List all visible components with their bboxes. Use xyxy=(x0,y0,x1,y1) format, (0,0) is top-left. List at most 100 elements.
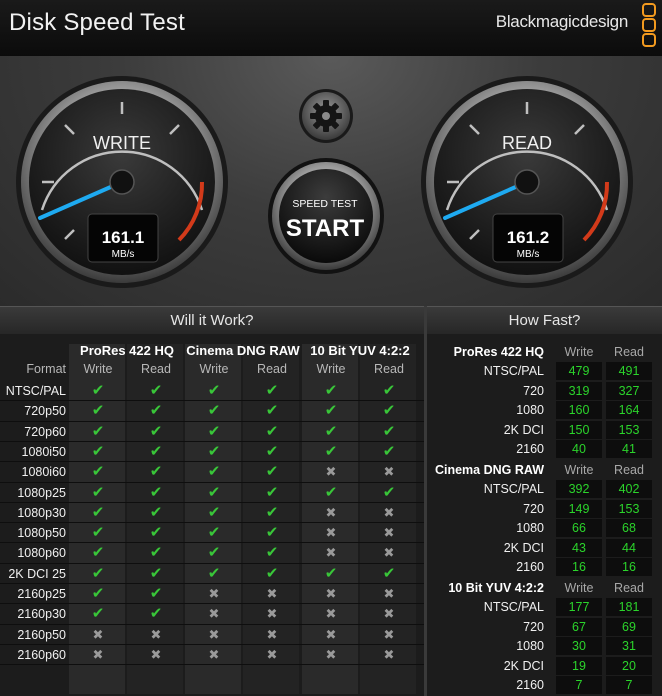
write-gauge-label: WRITE xyxy=(93,133,151,153)
check-icon: ✔ xyxy=(91,564,105,582)
cross-icon: ✖ xyxy=(266,646,278,662)
check-icon: ✔ xyxy=(265,483,279,501)
read-speed-cell: 402 xyxy=(606,480,652,498)
check-icon: ✔ xyxy=(265,442,279,460)
read-speed-cell: 44 xyxy=(606,538,652,557)
cross-icon: ✖ xyxy=(208,646,220,662)
check-icon: ✔ xyxy=(91,503,105,521)
column-subheader: Read xyxy=(141,362,171,376)
format-label: 2160p60 xyxy=(17,647,66,662)
check-icon: ✔ xyxy=(149,544,163,562)
read-speed-cell: 31 xyxy=(606,637,652,656)
read-column-header: Read xyxy=(614,345,644,359)
check-icon: ✔ xyxy=(324,422,338,440)
check-icon: ✔ xyxy=(324,402,338,420)
speed-row-label: 1080 xyxy=(516,639,544,654)
write-speed-cell: 150 xyxy=(556,420,602,439)
start-button[interactable]: SPEED TEST START xyxy=(268,158,384,274)
how-fast-header: How Fast? xyxy=(427,306,662,336)
cross-icon: ✖ xyxy=(325,545,337,561)
check-icon: ✔ xyxy=(265,564,279,582)
column-subheader: Write xyxy=(199,362,229,376)
speed-row-label: 2K DCI xyxy=(503,658,544,673)
start-button-caption: SPEED TEST xyxy=(292,198,358,210)
gauge-panel: WRITE 161.1 MB/s READ 161.2 MB/s SPEED T… xyxy=(0,56,662,306)
read-speed-cell: 164 xyxy=(606,401,652,420)
write-speed-cell: 7 xyxy=(556,676,602,695)
start-button-label: START xyxy=(286,215,365,242)
check-icon: ✔ xyxy=(207,524,221,542)
check-icon: ✔ xyxy=(265,503,279,521)
format-label: 1080p60 xyxy=(17,546,66,561)
check-icon: ✔ xyxy=(382,422,396,440)
check-icon: ✔ xyxy=(382,402,396,420)
cross-icon: ✖ xyxy=(383,545,395,561)
check-icon: ✔ xyxy=(265,382,279,399)
read-gauge: READ 161.2 MB/s xyxy=(421,76,633,288)
format-label: 1080p50 xyxy=(17,526,66,541)
read-speed-cell: 153 xyxy=(606,420,652,439)
format-label: 720p50 xyxy=(24,404,66,419)
write-speed-cell: 319 xyxy=(556,381,602,400)
cross-icon: ✖ xyxy=(325,586,337,601)
cross-icon: ✖ xyxy=(383,464,395,480)
speed-row-label: 720 xyxy=(523,619,544,634)
check-icon: ✔ xyxy=(265,422,279,440)
cross-icon: ✖ xyxy=(325,464,337,480)
cross-icon: ✖ xyxy=(325,606,337,622)
speed-row-label: 720 xyxy=(523,501,544,516)
cross-icon: ✖ xyxy=(383,606,395,622)
check-icon: ✔ xyxy=(324,382,338,399)
cross-icon: ✖ xyxy=(266,626,278,642)
speed-row-label: NTSC/PAL xyxy=(483,364,544,378)
speed-row-label: 2K DCI xyxy=(503,540,544,555)
check-icon: ✔ xyxy=(265,463,279,481)
speed-row-label: 2160 xyxy=(516,678,544,693)
write-column-header: Write xyxy=(564,463,594,477)
speed-row-label: 2K DCI xyxy=(503,422,544,437)
column-subheader: Write xyxy=(83,362,113,376)
format-label: 720p60 xyxy=(24,424,66,439)
speed-row-label: NTSC/PAL xyxy=(483,600,544,614)
write-speed-cell: 149 xyxy=(556,499,602,518)
write-column-header: Write xyxy=(564,345,594,359)
cross-icon: ✖ xyxy=(266,606,278,622)
format-label: 1080i60 xyxy=(21,465,67,480)
check-icon: ✔ xyxy=(149,382,163,399)
check-icon: ✔ xyxy=(149,402,163,420)
read-column-header: Read xyxy=(614,581,644,595)
cross-icon: ✖ xyxy=(150,626,162,642)
will-it-work-header: Will it Work? xyxy=(0,306,424,336)
read-speed-cell: 491 xyxy=(606,362,652,380)
cross-icon: ✖ xyxy=(325,626,337,642)
read-speed-cell: 41 xyxy=(606,440,652,459)
format-label: 2160p25 xyxy=(17,587,66,601)
check-icon: ✔ xyxy=(207,463,221,481)
column-subheader: Write xyxy=(316,362,346,376)
check-icon: ✔ xyxy=(382,382,396,399)
settings-button[interactable] xyxy=(299,89,353,143)
format-label: 2160p30 xyxy=(17,607,66,622)
cross-icon: ✖ xyxy=(383,626,395,642)
format-label: 2K DCI 25 xyxy=(8,566,66,581)
check-icon: ✔ xyxy=(382,483,396,501)
cross-icon: ✖ xyxy=(208,586,220,601)
cross-icon: ✖ xyxy=(266,586,278,601)
group-title: Cinema DNG RAW xyxy=(186,343,300,358)
read-speed-cell: 327 xyxy=(606,381,652,400)
check-icon: ✔ xyxy=(382,442,396,460)
check-icon: ✔ xyxy=(149,503,163,521)
will-it-work-table: Format ProRes 422 HQ Cinema DNG RAW 10 Bit… xyxy=(0,334,424,696)
cross-icon: ✖ xyxy=(325,504,337,520)
read-speed-cell: 68 xyxy=(606,519,652,538)
check-icon: ✔ xyxy=(91,382,105,399)
check-icon: ✔ xyxy=(91,442,105,460)
speed-group-title: 10 Bit YUV 4:2:2 xyxy=(448,581,544,595)
check-icon: ✔ xyxy=(149,605,163,623)
read-column-header: Read xyxy=(614,463,644,477)
check-icon: ✔ xyxy=(207,382,221,399)
check-icon: ✔ xyxy=(207,503,221,521)
write-speed-cell: 30 xyxy=(556,637,602,656)
check-icon: ✔ xyxy=(149,524,163,542)
read-speed-unit: MB/s xyxy=(517,249,540,260)
